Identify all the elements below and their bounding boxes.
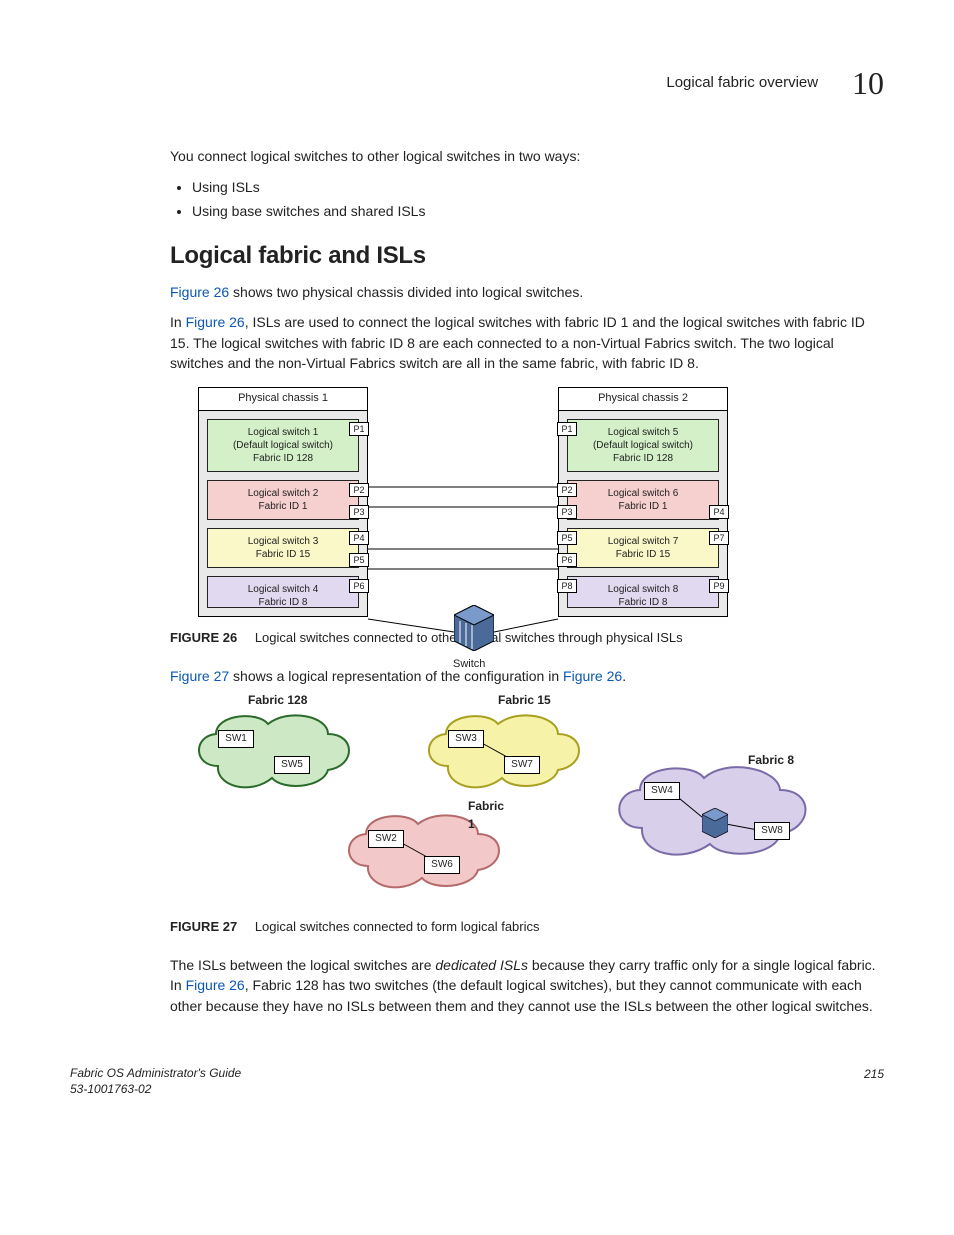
figure-26-caption: FIGURE 26 Logical switches connected to … xyxy=(170,629,884,648)
switch-node: SW4 xyxy=(644,782,680,800)
switch-node: SW7 xyxy=(504,756,540,774)
header-section-title: Logical fabric overview xyxy=(666,74,818,91)
figure-26-link[interactable]: Figure 26 xyxy=(563,668,622,684)
text-span: , ISLs are used to connect the logical s… xyxy=(170,314,865,371)
figure-26-link[interactable]: Figure 26 xyxy=(186,314,245,330)
port-label: P4 xyxy=(709,505,729,519)
ls-fabric-id: Fabric ID 8 xyxy=(212,596,354,609)
figure-label: FIGURE 26 xyxy=(170,630,237,645)
port-label: P7 xyxy=(709,531,729,545)
switch-node: SW6 xyxy=(424,856,460,874)
emphasis-text: dedicated ISLs xyxy=(435,957,528,973)
text-span: shows a logical representation of the co… xyxy=(229,668,563,684)
port-label: P3 xyxy=(349,505,369,519)
physical-chassis-1: Physical chassis 1 Logical switch 1 (Def… xyxy=(198,387,368,617)
port-label: P5 xyxy=(557,531,577,545)
fabric-15-cloud: Fabric 15 SW3 SW7 xyxy=(418,706,588,796)
ls-fabric-id: Fabric ID 1 xyxy=(212,500,354,513)
ls-subtitle: (Default logical switch) xyxy=(212,439,354,452)
switch-node: SW2 xyxy=(368,830,404,848)
chassis-title: Physical chassis 2 xyxy=(559,388,727,411)
logical-switch-7: Logical switch 7 Fabric ID 15 P5 P6 P7 xyxy=(567,528,719,568)
ls-name: Logical switch 4 xyxy=(212,583,354,596)
list-item: Using base switches and shared ISLs xyxy=(192,201,884,221)
text-span: . xyxy=(622,668,626,684)
port-label: P4 xyxy=(349,531,369,545)
fabric-1-cloud: Fabric 1 SW2 SW6 xyxy=(338,806,508,896)
section-heading: Logical fabric and ISLs xyxy=(170,239,884,274)
logical-switch-2: Logical switch 2 Fabric ID 1 P2 P3 xyxy=(207,480,359,520)
ls-fabric-id: Fabric ID 128 xyxy=(212,452,354,465)
logical-switch-1: Logical switch 1 (Default logical switch… xyxy=(207,419,359,472)
figure-label: FIGURE 27 xyxy=(170,919,237,934)
port-label: P1 xyxy=(349,422,369,436)
ls-name: Logical switch 5 xyxy=(572,426,714,439)
text-span: , Fabric 128 has two switches (the defau… xyxy=(170,977,873,1013)
ls-name: Logical switch 6 xyxy=(572,487,714,500)
fabric-128-cloud: Fabric 128 SW1 SW5 xyxy=(188,706,358,796)
port-label: P6 xyxy=(557,553,577,567)
figure-27-link[interactable]: Figure 27 xyxy=(170,668,229,684)
paragraph: Figure 27 shows a logical representation… xyxy=(170,666,884,686)
fabric-label: Fabric 128 xyxy=(248,692,307,709)
logical-switch-4: Logical switch 4 Fabric ID 8 P6 xyxy=(207,576,359,608)
switch-node: SW1 xyxy=(218,730,254,748)
port-label: P9 xyxy=(709,579,729,593)
figure-27-diagram: Fabric 128 SW1 SW5 Fabric 15 SW3 SW7 Fab… xyxy=(188,696,828,906)
text-span: shows two physical chassis divided into … xyxy=(229,284,583,300)
logical-switch-5: Logical switch 5 (Default logical switch… xyxy=(567,419,719,472)
figure-26-diagram: Physical chassis 1 Logical switch 1 (Def… xyxy=(198,387,758,617)
port-label: P3 xyxy=(557,505,577,519)
text-span: In xyxy=(170,314,186,330)
list-item: Using ISLs xyxy=(192,177,884,197)
port-label: P6 xyxy=(349,579,369,593)
ls-fabric-id: Fabric ID 15 xyxy=(572,548,714,561)
switch-node: SW3 xyxy=(448,730,484,748)
logical-switch-8: Logical switch 8 Fabric ID 8 P8 P9 xyxy=(567,576,719,608)
ls-name: Logical switch 1 xyxy=(212,426,354,439)
paragraph: The ISLs between the logical switches ar… xyxy=(170,955,884,1016)
fabric-8-cloud: Fabric 8 SW4 SW8 xyxy=(608,756,818,866)
port-label: P5 xyxy=(349,553,369,567)
figure-caption-text: Logical switches connected to form logic… xyxy=(255,919,540,934)
footer-doc-number: 53-1001763-02 xyxy=(70,1082,241,1098)
intro-paragraph: You connect logical switches to other lo… xyxy=(170,146,884,166)
physical-chassis-2: Physical chassis 2 Logical switch 5 (Def… xyxy=(558,387,728,617)
ls-fabric-id: Fabric ID 8 xyxy=(572,596,714,609)
port-label: P2 xyxy=(349,483,369,497)
ls-name: Logical switch 3 xyxy=(212,535,354,548)
ls-subtitle: (Default logical switch) xyxy=(572,439,714,452)
paragraph: In Figure 26, ISLs are used to connect t… xyxy=(170,312,884,373)
logical-switch-3: Logical switch 3 Fabric ID 15 P4 P5 xyxy=(207,528,359,568)
figure-26-link[interactable]: Figure 26 xyxy=(186,977,245,993)
ls-name: Logical switch 2 xyxy=(212,487,354,500)
text-span: The ISLs between the logical switches ar… xyxy=(170,957,435,973)
ls-name: Logical switch 8 xyxy=(572,583,714,596)
ls-name: Logical switch 7 xyxy=(572,535,714,548)
page-number: 215 xyxy=(864,1066,884,1097)
paragraph: Figure 26 shows two physical chassis div… xyxy=(170,282,884,302)
connection-methods-list: Using ISLs Using base switches and share… xyxy=(170,177,884,222)
port-label: P2 xyxy=(557,483,577,497)
switch-node: SW5 xyxy=(274,756,310,774)
figure-27-caption: FIGURE 27 Logical switches connected to … xyxy=(170,918,884,937)
port-label: P1 xyxy=(557,422,577,436)
ls-fabric-id: Fabric ID 15 xyxy=(212,548,354,561)
switch-label: Switch xyxy=(453,657,485,673)
page-footer: Fabric OS Administrator's Guide 53-10017… xyxy=(70,1066,884,1097)
figure-26-link[interactable]: Figure 26 xyxy=(170,284,229,300)
footer-guide-title: Fabric OS Administrator's Guide xyxy=(70,1066,241,1082)
chapter-number: 10 xyxy=(852,65,884,101)
port-label: P8 xyxy=(557,579,577,593)
switch-icon xyxy=(702,808,728,838)
ls-fabric-id: Fabric ID 1 xyxy=(572,500,714,513)
ls-fabric-id: Fabric ID 128 xyxy=(572,452,714,465)
switch-node: SW8 xyxy=(754,822,790,840)
chassis-title: Physical chassis 1 xyxy=(199,388,367,411)
running-header: Logical fabric overview 10 xyxy=(70,60,884,106)
switch-icon xyxy=(454,605,494,651)
logical-switch-6: Logical switch 6 Fabric ID 1 P2 P3 P4 xyxy=(567,480,719,520)
